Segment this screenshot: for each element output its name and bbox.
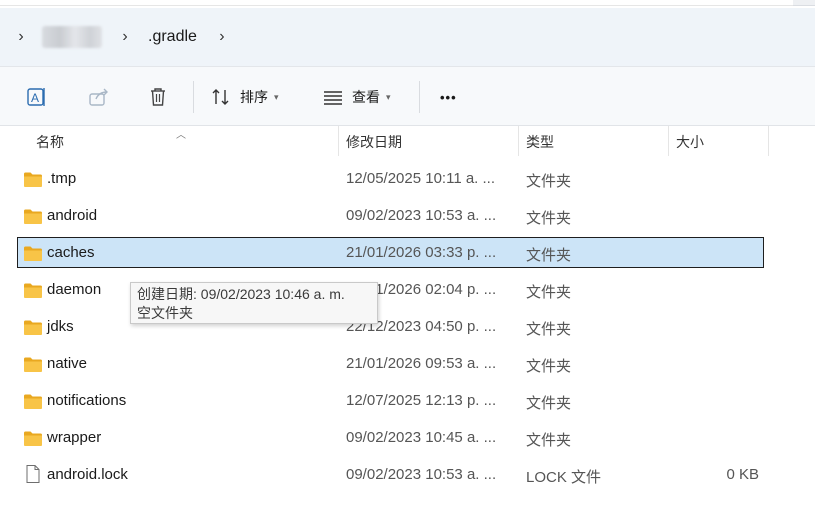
file-row[interactable]: android 09/02/2023 10:53 a. ... 文件夹 <box>17 200 764 231</box>
file-size: 0 KB <box>726 466 759 483</box>
file-icon <box>23 464 43 488</box>
rename-icon: A <box>27 88 45 106</box>
file-type: LOCK 文件 <box>526 469 602 486</box>
address-bar[interactable]: › › .gradle › <box>0 8 815 66</box>
chevron-down-icon: ▾ <box>274 91 279 102</box>
file-name: android <box>47 207 98 224</box>
column-header-size[interactable]: 大小 <box>668 126 768 158</box>
chevron-right-icon[interactable]: › <box>14 28 28 46</box>
share-button[interactable] <box>88 83 110 111</box>
chevron-down-icon: ▾ <box>386 91 391 102</box>
column-header-type[interactable]: 类型 <box>518 126 668 158</box>
file-name: daemon <box>47 281 102 298</box>
file-modified-date: 09/02/2023 10:53 a. ... <box>346 207 497 224</box>
file-name: jdks <box>47 318 74 335</box>
file-name: notifications <box>47 392 127 409</box>
file-modified-date: 12/05/2025 10:11 a. ... <box>346 170 496 187</box>
more-options-button[interactable]: ••• <box>440 83 457 111</box>
window-top-strip <box>0 0 815 8</box>
folder-icon <box>23 430 43 451</box>
view-label: 查看 <box>352 89 380 105</box>
file-type: 文件夹 <box>526 210 572 227</box>
file-type: 文件夹 <box>526 432 572 449</box>
file-type: 文件夹 <box>526 395 572 412</box>
file-modified-date: 09/02/2023 10:45 a. ... <box>346 429 497 446</box>
file-name: native <box>47 355 88 372</box>
chevron-right-icon[interactable]: › <box>118 28 132 46</box>
file-modified-date: 12/07/2025 12:13 p. ... <box>346 392 497 409</box>
file-type: 文件夹 <box>526 321 572 338</box>
tooltip-created-date: 创建日期: 09/02/2023 10:46 a. m. <box>137 286 345 302</box>
file-row[interactable]: native 21/01/2026 09:53 a. ... 文件夹 <box>17 348 764 379</box>
rename-button[interactable]: A <box>26 83 48 111</box>
file-row[interactable]: caches 21/01/2026 03:33 p. ... 文件夹 <box>17 237 764 268</box>
file-type: 文件夹 <box>526 358 572 375</box>
column-separator[interactable] <box>768 126 769 156</box>
file-type: 文件夹 <box>526 247 572 264</box>
column-size-label: 大小 <box>676 134 704 150</box>
share-icon <box>89 88 108 106</box>
file-name: caches <box>47 244 95 261</box>
column-type-label: 类型 <box>526 134 554 150</box>
folder-icon <box>23 282 43 303</box>
folder-icon <box>23 208 43 229</box>
file-row[interactable]: notifications 12/07/2025 12:13 p. ... 文件夹 <box>17 385 764 416</box>
column-modified-label: 修改日期 <box>346 134 402 150</box>
tooltip-empty-folder: 空文件夹 <box>137 305 193 321</box>
file-row[interactable]: wrapper 09/02/2023 10:45 a. ... 文件夹 <box>17 422 764 453</box>
folder-icon <box>23 171 43 192</box>
sort-icon <box>212 89 229 105</box>
file-modified-date: 21/01/2026 09:53 a. ... <box>346 355 497 372</box>
svg-text:A: A <box>31 91 39 105</box>
column-headers: 名称 ︿ 修改日期 类型 大小 <box>0 126 815 158</box>
file-type: 文件夹 <box>526 284 572 301</box>
file-name: android.lock <box>47 466 128 483</box>
tooltip: 创建日期: 09/02/2023 10:46 a. m. 空文件夹 <box>130 282 378 324</box>
delete-button[interactable] <box>147 83 169 111</box>
folder-icon <box>23 393 43 414</box>
breadcrumb-redacted[interactable] <box>42 26 102 48</box>
file-row[interactable]: android.lock 09/02/2023 10:53 a. ... LOCK … <box>17 459 764 490</box>
top-divider <box>0 5 815 6</box>
chevron-right-icon[interactable]: › <box>215 28 229 46</box>
file-row[interactable]: .tmp 12/05/2025 10:11 a. ... 文件夹 <box>17 163 764 194</box>
file-name: .tmp <box>47 170 77 187</box>
folder-icon <box>23 245 43 266</box>
folder-icon <box>23 319 43 340</box>
sort-label: 排序 <box>240 89 268 105</box>
breadcrumb-current-folder[interactable]: .gradle <box>148 28 197 46</box>
file-modified-date: 09/02/2023 10:53 a. ... <box>346 466 497 483</box>
file-type: 文件夹 <box>526 173 572 190</box>
view-list-icon <box>324 91 342 105</box>
toolbar-divider <box>419 81 420 113</box>
file-name: wrapper <box>47 429 102 446</box>
column-header-modified[interactable]: 修改日期 <box>338 126 518 158</box>
toolbar-divider <box>193 81 194 113</box>
file-modified-date: 21/01/2026 03:33 p. ... <box>346 244 497 261</box>
folder-icon <box>23 356 43 377</box>
view-button[interactable]: 查看 ▾ <box>322 83 391 111</box>
window-edge <box>793 0 815 6</box>
column-name-label: 名称 <box>36 134 64 150</box>
sort-button[interactable]: 排序 ▾ <box>210 83 279 111</box>
trash-icon <box>151 88 165 106</box>
command-bar: A 排序 ▾ 查看 ▾ ••• <box>0 66 815 126</box>
sort-ascending-icon: ︿ <box>176 130 186 141</box>
